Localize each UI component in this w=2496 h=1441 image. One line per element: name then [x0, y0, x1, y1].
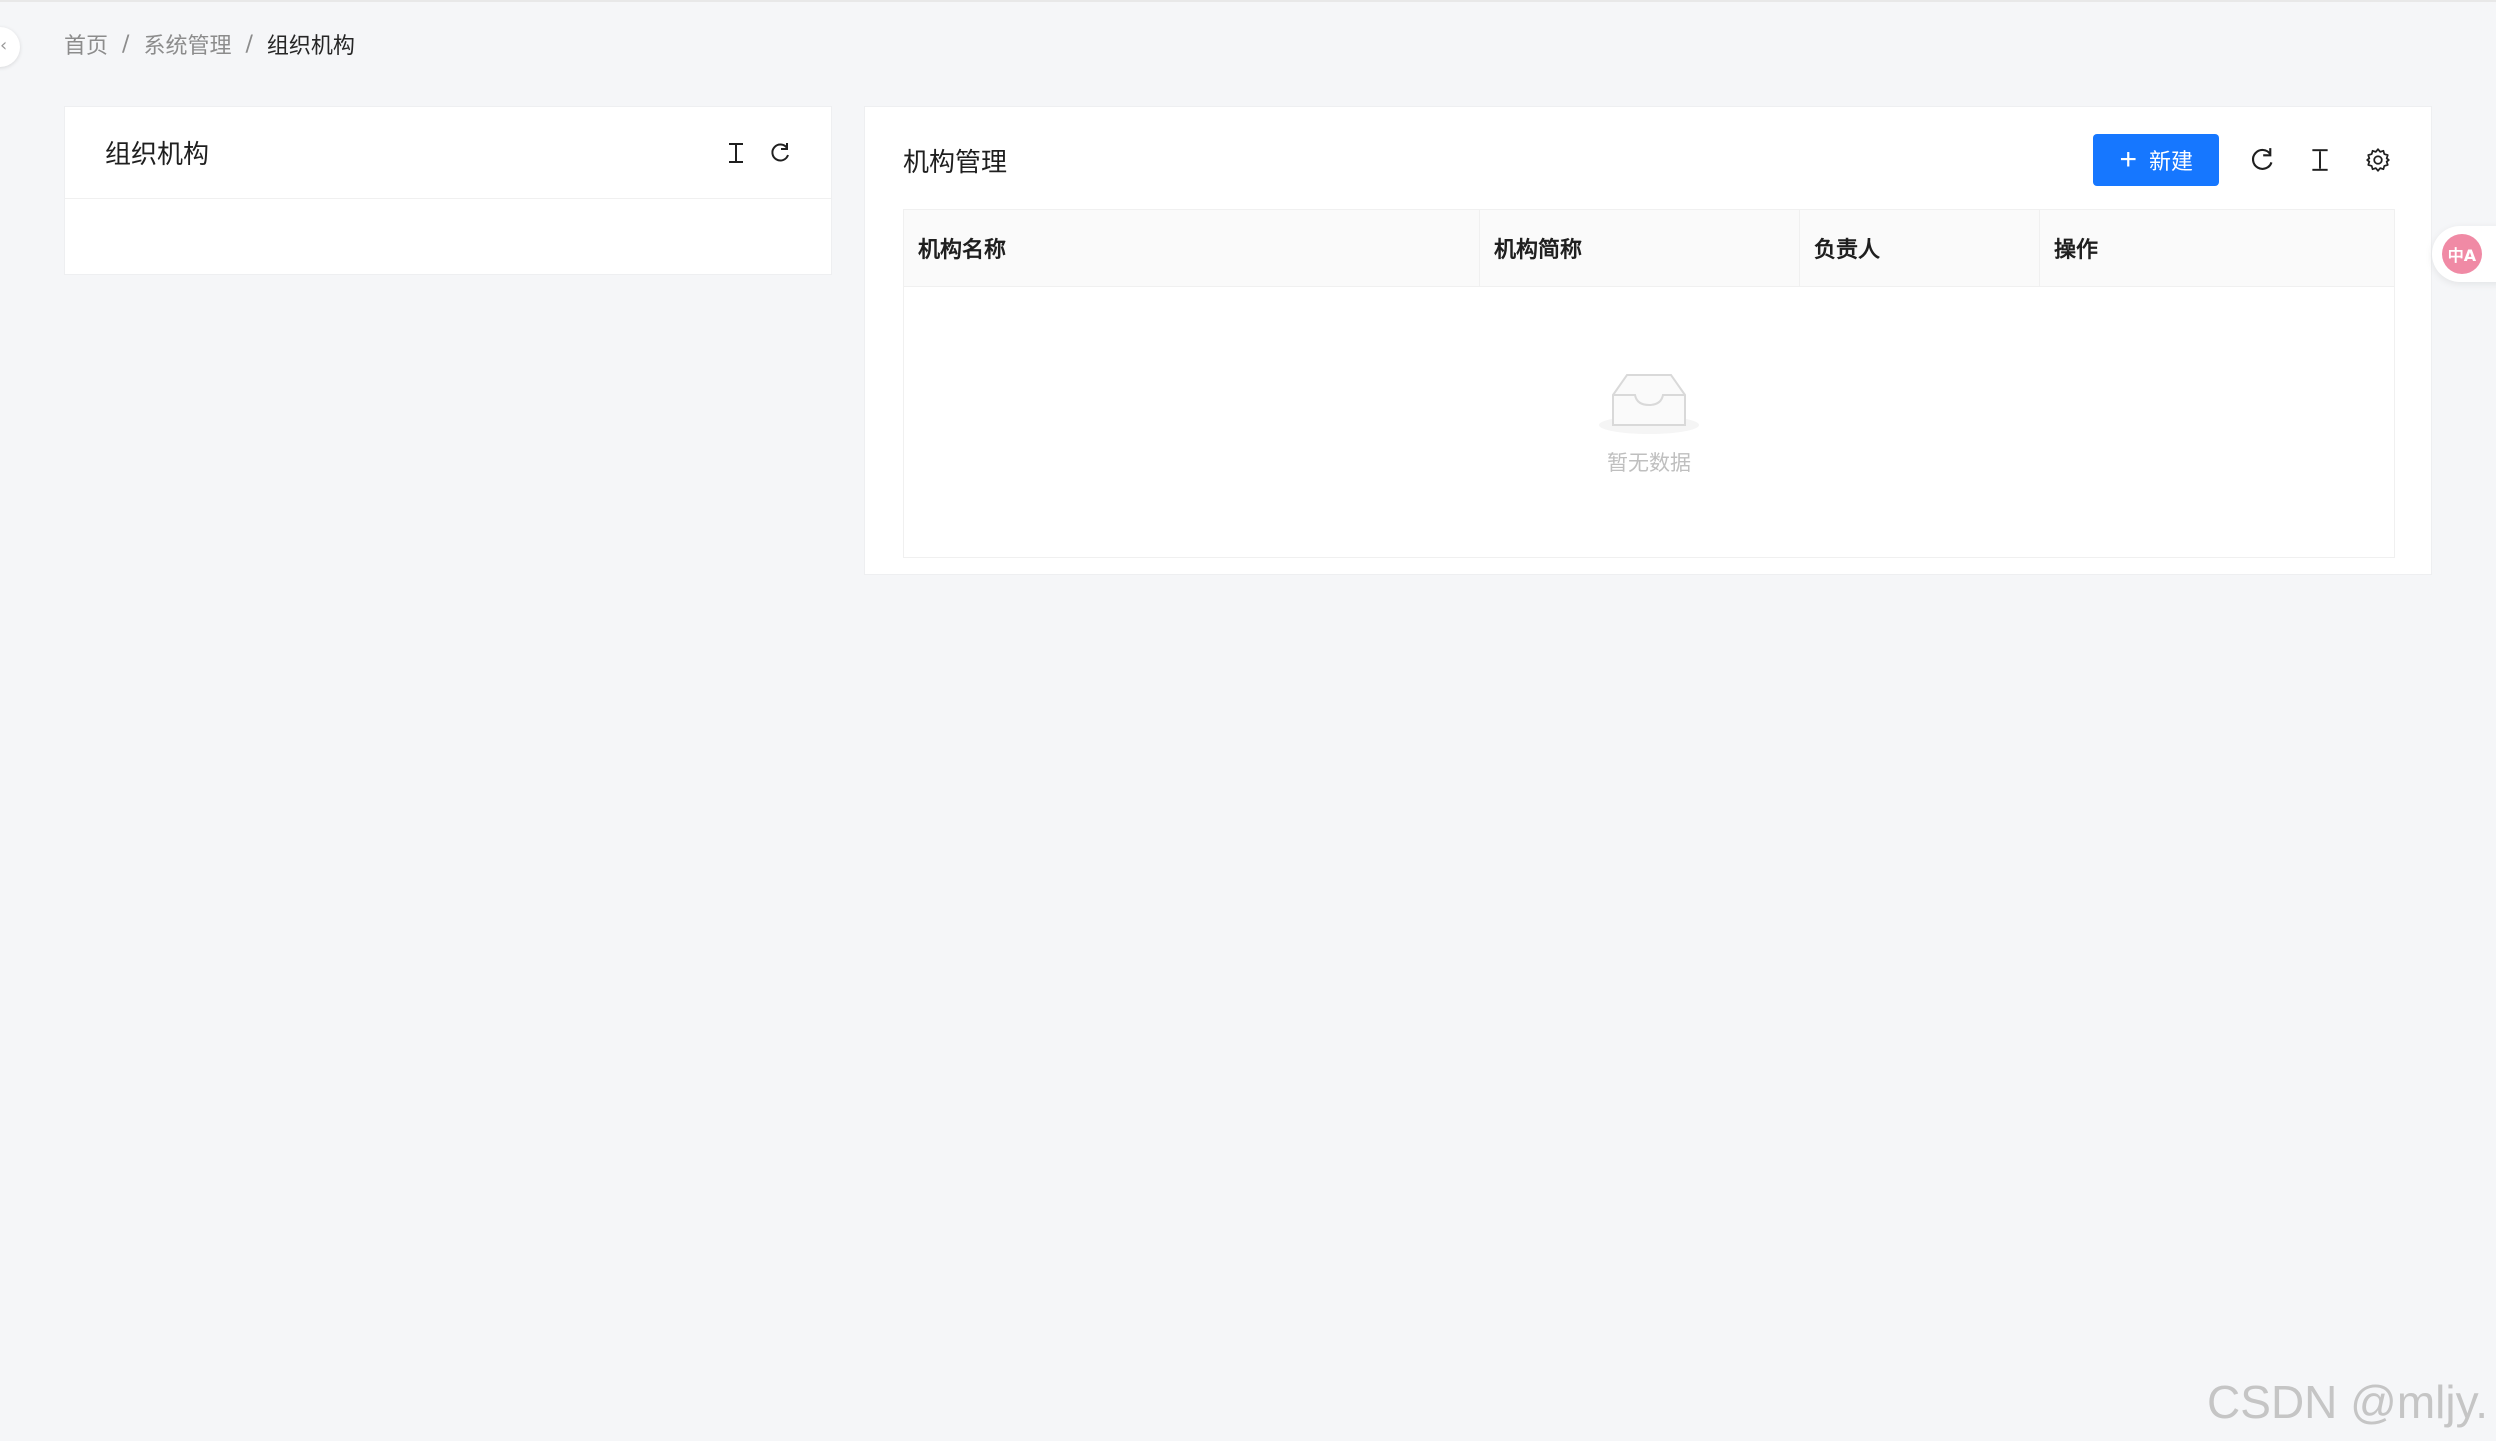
column-header-name[interactable]: 机构名称 [904, 210, 1480, 286]
org-tree-actions [721, 138, 795, 168]
org-management-title: 机构管理 [903, 147, 1008, 178]
settings-icon[interactable] [2363, 145, 2393, 175]
watermark: CSDN @mljy. [2207, 1376, 2488, 1428]
refresh-icon[interactable] [765, 138, 795, 168]
sidebar-collapse-toggle[interactable]: ‹ [0, 27, 20, 67]
org-tree-panel: 组织机构 [64, 106, 832, 275]
breadcrumb-item-home[interactable]: 首页 [64, 28, 108, 60]
empty-inbox-icon [1599, 373, 1699, 434]
column-header-manager[interactable]: 负责人 [1800, 210, 2040, 286]
top-divider [0, 0, 2496, 2]
table-empty-state: 暂无数据 [904, 286, 2394, 557]
translate-widget[interactable]: 中A [2432, 226, 2496, 282]
org-management-toolbar: 机构管理 + 新建 [903, 133, 2393, 187]
empty-text: 暂无数据 [1607, 450, 1691, 475]
refresh-icon[interactable] [2247, 145, 2277, 175]
breadcrumb: 首页 / 系统管理 / 组织机构 [64, 28, 355, 60]
org-tree-title: 组织机构 [105, 140, 210, 170]
org-management-panel: 机构管理 + 新建 机构名称 机构简称 负责人 操作 暂无数据 [864, 106, 2432, 575]
translate-icon: 中A [2442, 234, 2482, 274]
new-button-label: 新建 [2148, 149, 2193, 174]
org-tree-header: 组织机构 [65, 107, 831, 199]
breadcrumb-item-current: 组织机构 [266, 34, 355, 59]
collapse-vertical-icon[interactable] [721, 138, 751, 168]
toolbar-actions: + 新建 [2093, 134, 2393, 186]
new-button[interactable]: + 新建 [2093, 134, 2219, 186]
table-header: 机构名称 机构简称 负责人 操作 [904, 210, 2394, 287]
breadcrumb-separator: / [245, 31, 253, 57]
column-header-short-name[interactable]: 机构简称 [1480, 210, 1800, 286]
plus-icon: + [2119, 143, 2137, 176]
breadcrumb-item-system[interactable]: 系统管理 [143, 28, 231, 60]
breadcrumb-separator: / [122, 31, 130, 57]
chevron-left-icon: ‹ [0, 35, 8, 56]
org-table: 机构名称 机构简称 负责人 操作 暂无数据 [903, 209, 2395, 558]
column-header-actions: 操作 [2054, 238, 2099, 263]
column-height-icon[interactable] [2305, 145, 2335, 175]
